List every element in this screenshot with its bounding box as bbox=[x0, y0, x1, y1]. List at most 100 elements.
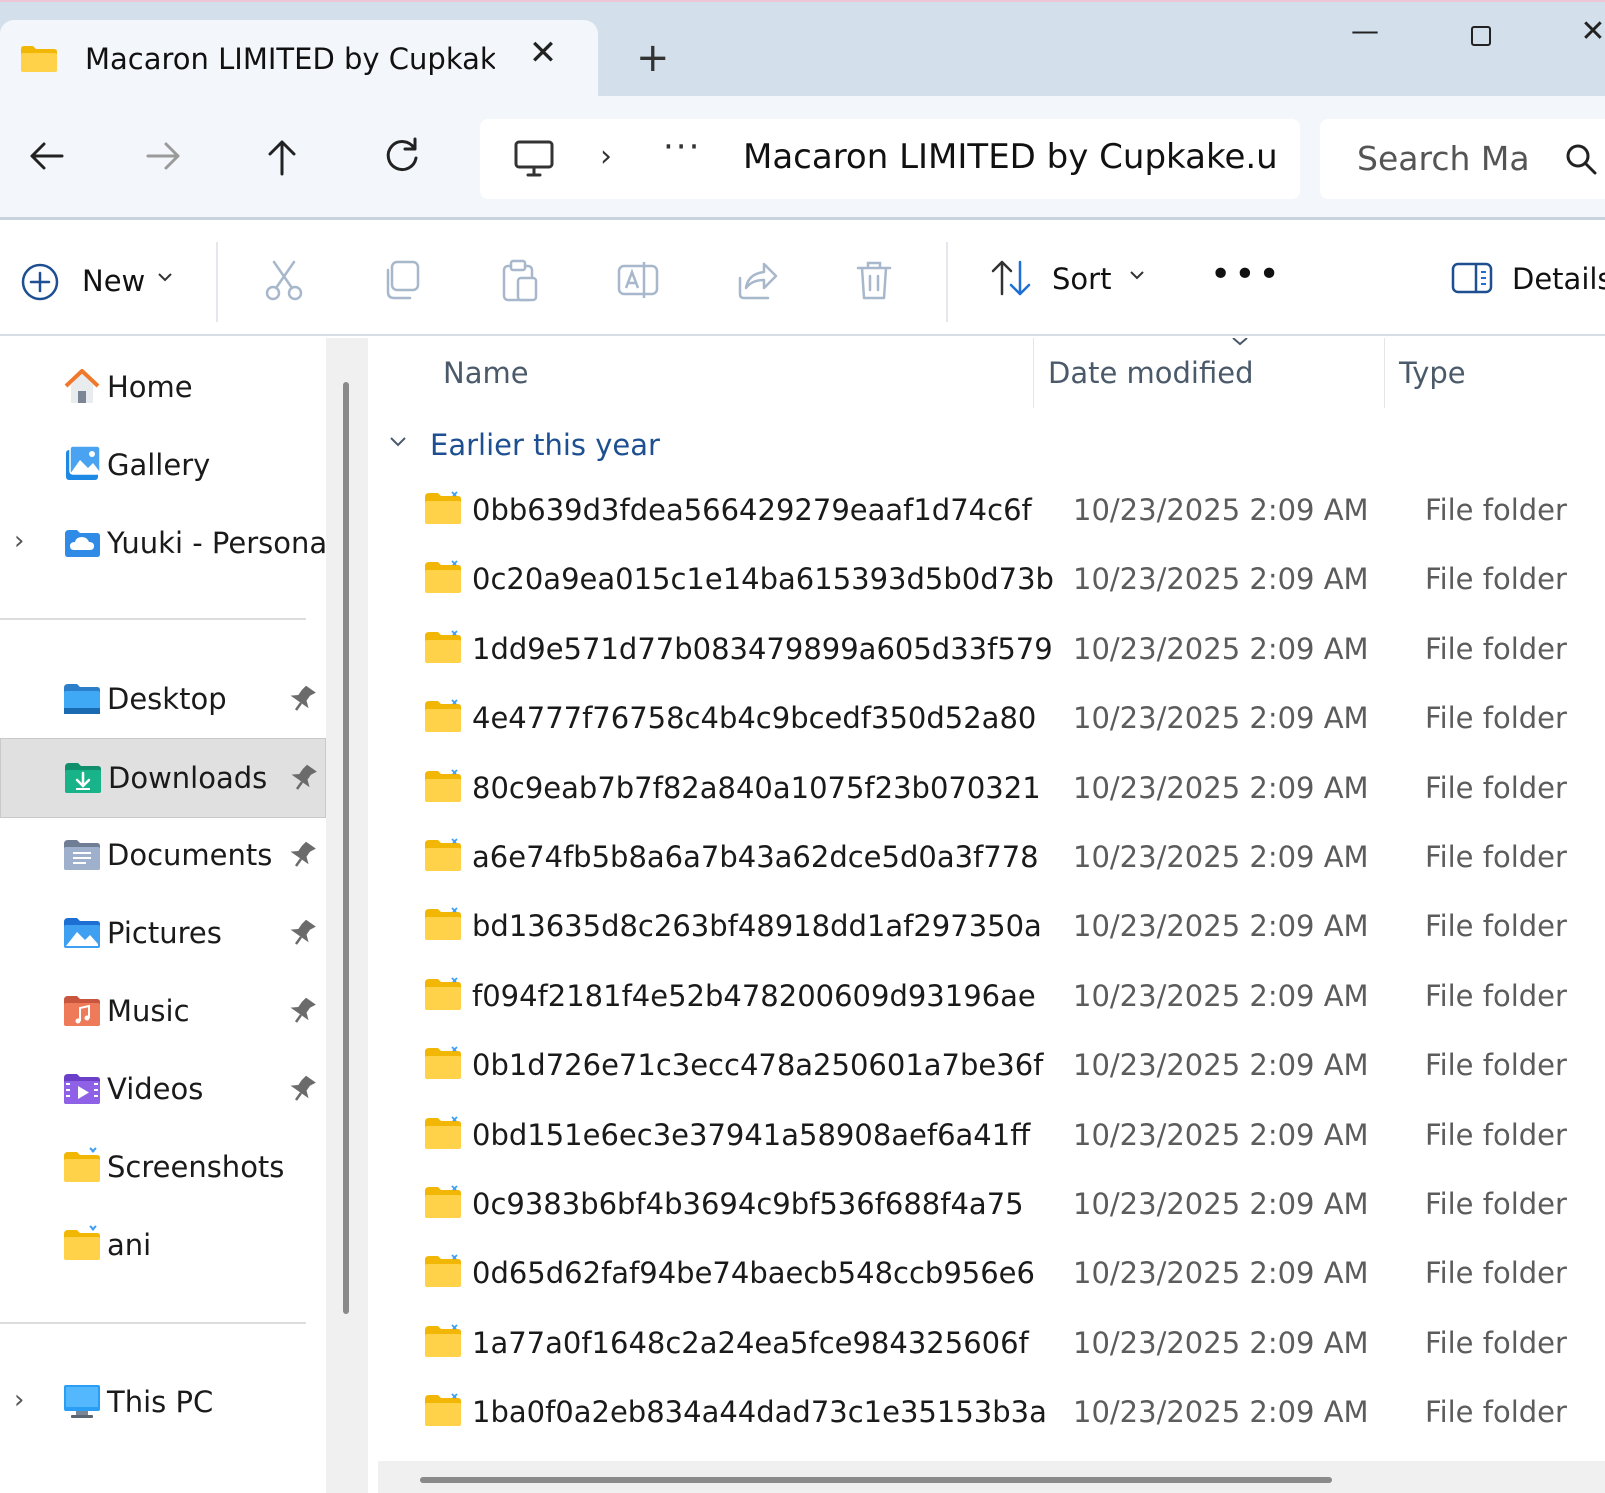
sort-button[interactable]: Sort bbox=[990, 258, 1144, 302]
forward-arrow-icon[interactable] bbox=[142, 134, 186, 178]
address-bar[interactable]: › ··· Macaron LIMITED by Cupkake.u bbox=[480, 119, 1300, 199]
more-options-button[interactable]: ••• bbox=[1210, 254, 1283, 295]
new-tab-button[interactable]: + bbox=[636, 38, 670, 78]
search-icon[interactable] bbox=[1565, 143, 1597, 175]
table-row[interactable]: 1ba0f0a2eb834a44dad73c1e35153b3a 10/23/20… bbox=[368, 1385, 1605, 1456]
details-pane-icon bbox=[1451, 262, 1493, 294]
breadcrumb-chevron-icon[interactable]: › bbox=[600, 139, 612, 174]
sidebar-item-label: Home bbox=[107, 370, 193, 404]
date-modified: 10/23/2025 2:09 AM bbox=[1073, 562, 1369, 597]
chevron-down-icon[interactable] bbox=[388, 432, 408, 452]
tab-active[interactable]: Macaron LIMITED by Cupkake ✕ bbox=[0, 20, 598, 98]
sidebar-item-downloads[interactable]: Downloads bbox=[0, 738, 326, 818]
sidebar-item-pictures[interactable]: Pictures bbox=[0, 894, 326, 974]
pin-icon[interactable] bbox=[290, 840, 316, 870]
paste-icon[interactable] bbox=[498, 258, 542, 302]
computer-icon[interactable] bbox=[514, 139, 554, 179]
sidebar-item-music[interactable]: Music bbox=[0, 972, 326, 1052]
file-type: File folder bbox=[1425, 1256, 1567, 1291]
table-row[interactable]: a6e74fb5b8a6a7b43a62dce5d0a3f778 10/23/20… bbox=[368, 830, 1605, 901]
column-divider[interactable] bbox=[1384, 338, 1385, 408]
folder-icon bbox=[425, 1115, 461, 1149]
sidebar-item-ani[interactable]: ani bbox=[0, 1206, 326, 1286]
sidebar-divider bbox=[0, 618, 306, 620]
table-row[interactable]: 0bd151e6ec3e37941a58908aef6a41ff 10/23/20… bbox=[368, 1108, 1605, 1179]
sidebar-scrollbar-thumb[interactable] bbox=[343, 382, 349, 1314]
expand-chevron-icon[interactable]: › bbox=[14, 526, 24, 556]
table-row[interactable]: 4e4777f76758c4b4c9bcedf350d52a80 10/23/20… bbox=[368, 691, 1605, 762]
sidebar-item-gallery[interactable]: Gallery bbox=[0, 426, 326, 506]
table-row[interactable]: 80c9eab7b7f82a840a1075f23b070321 10/23/20… bbox=[368, 761, 1605, 832]
column-header-type[interactable]: Type bbox=[1399, 356, 1466, 390]
close-window-button[interactable]: ✕ bbox=[1568, 14, 1605, 54]
file-name: 1ba0f0a2eb834a44dad73c1e35153b3a bbox=[472, 1395, 1047, 1430]
minimize-button[interactable]: — bbox=[1340, 14, 1390, 54]
command-bar: New Sort ••• Details bbox=[0, 220, 1605, 336]
close-tab-icon[interactable]: ✕ bbox=[528, 36, 558, 70]
folder-icon bbox=[425, 491, 461, 524]
pin-icon[interactable] bbox=[291, 763, 317, 793]
cut-icon[interactable] bbox=[262, 258, 306, 302]
table-row[interactable]: 0bb639d3fdea566429279eaaf1d74c6f 10/23/20… bbox=[368, 483, 1605, 554]
breadcrumb-overflow-button[interactable]: ··· bbox=[663, 127, 701, 167]
sidebar-item-label: Gallery bbox=[107, 448, 211, 482]
new-button[interactable]: New bbox=[20, 262, 172, 302]
back-arrow-icon[interactable] bbox=[24, 134, 68, 178]
date-modified: 10/23/2025 2:09 AM bbox=[1073, 909, 1369, 944]
column-divider[interactable] bbox=[1033, 338, 1034, 408]
sidebar-item-videos[interactable]: Videos bbox=[0, 1050, 326, 1130]
file-type: File folder bbox=[1425, 631, 1567, 666]
horizontal-scrollbar-thumb[interactable] bbox=[420, 1477, 1332, 1483]
rename-icon[interactable] bbox=[616, 258, 660, 302]
details-pane-button[interactable]: Details bbox=[1450, 258, 1605, 302]
table-row[interactable]: 0c20a9ea015c1e14ba615393d5b0d73b 10/23/20… bbox=[368, 552, 1605, 623]
sidebar-item-onedrive[interactable]: › Yuuki - Personal bbox=[0, 504, 335, 584]
table-row[interactable]: 1a77a0f1648c2a24ea5fce984325606f 10/23/20… bbox=[368, 1316, 1605, 1387]
sidebar-item-label: Videos bbox=[107, 1072, 204, 1106]
pin-icon[interactable] bbox=[290, 996, 316, 1026]
pin-icon[interactable] bbox=[290, 684, 316, 714]
table-row[interactable]: 0d65d62faf94be74baecb548ccb956e6 10/23/20… bbox=[368, 1246, 1605, 1317]
breadcrumb-current-folder[interactable]: Macaron LIMITED by Cupkake.u bbox=[743, 137, 1278, 177]
sidebar-item-label: Music bbox=[107, 994, 190, 1028]
pin-icon[interactable] bbox=[290, 1074, 316, 1104]
table-row[interactable]: 0c9383b6bf4b3694c9bf536f688f4a75 10/23/20… bbox=[368, 1177, 1605, 1248]
refresh-icon[interactable] bbox=[380, 134, 424, 178]
column-header-name[interactable]: Name bbox=[443, 356, 529, 390]
pin-icon[interactable] bbox=[290, 918, 316, 948]
toolbar-divider bbox=[216, 242, 218, 322]
search-placeholder[interactable]: Search Ma bbox=[1357, 139, 1530, 178]
search-box[interactable]: Search Ma bbox=[1320, 119, 1605, 199]
delete-icon[interactable] bbox=[852, 258, 896, 302]
file-name: 0bb639d3fdea566429279eaaf1d74c6f bbox=[472, 493, 1032, 527]
file-name: 1dd9e571d77b083479899a605d33f579 bbox=[472, 631, 1053, 666]
navigation-bar: › ··· Macaron LIMITED by Cupkake.u Searc… bbox=[0, 96, 1605, 220]
sidebar-item-desktop[interactable]: Desktop bbox=[0, 660, 326, 740]
sidebar-item-this-pc[interactable]: › This PC bbox=[0, 1363, 326, 1443]
sidebar-item-label: Yuuki - Personal bbox=[107, 526, 336, 560]
file-type: File folder bbox=[1425, 1187, 1567, 1221]
folder-icon bbox=[425, 699, 461, 733]
share-icon[interactable] bbox=[734, 258, 778, 302]
maximize-button[interactable] bbox=[1456, 14, 1506, 54]
sidebar-item-label: Downloads bbox=[108, 761, 268, 795]
table-row[interactable]: f094f2181f4e52b478200609d93196ae 10/23/20… bbox=[368, 969, 1605, 1040]
expand-chevron-icon[interactable]: › bbox=[14, 1385, 24, 1415]
sidebar-item-documents[interactable]: Documents bbox=[0, 816, 326, 896]
table-row[interactable]: bd13635d8c263bf48918dd1af297350a 10/23/20… bbox=[368, 899, 1605, 970]
window-border bbox=[0, 0, 1605, 2]
copy-icon[interactable] bbox=[380, 258, 424, 302]
chevron-down-icon bbox=[1130, 271, 1144, 280]
file-name: 80c9eab7b7f82a840a1075f23b070321 bbox=[472, 770, 1041, 805]
up-arrow-icon[interactable] bbox=[260, 134, 304, 178]
sidebar-item-home[interactable]: Home bbox=[0, 348, 326, 428]
column-header-date-modified[interactable]: Date modified bbox=[1048, 356, 1254, 390]
file-type: File folder bbox=[1425, 562, 1567, 597]
file-type: File folder bbox=[1425, 701, 1567, 736]
table-row[interactable]: 1dd9e571d77b083479899a605d33f579 10/23/20… bbox=[368, 622, 1605, 693]
sidebar-item-screenshots[interactable]: Screenshots bbox=[0, 1128, 326, 1208]
sidebar-divider bbox=[0, 1322, 306, 1324]
table-row[interactable]: 0b1d726e71c3ecc478a250601a7be36f 10/23/20… bbox=[368, 1038, 1605, 1109]
folder-icon bbox=[425, 1254, 461, 1288]
file-name: 0bd151e6ec3e37941a58908aef6a41ff bbox=[472, 1117, 1031, 1152]
